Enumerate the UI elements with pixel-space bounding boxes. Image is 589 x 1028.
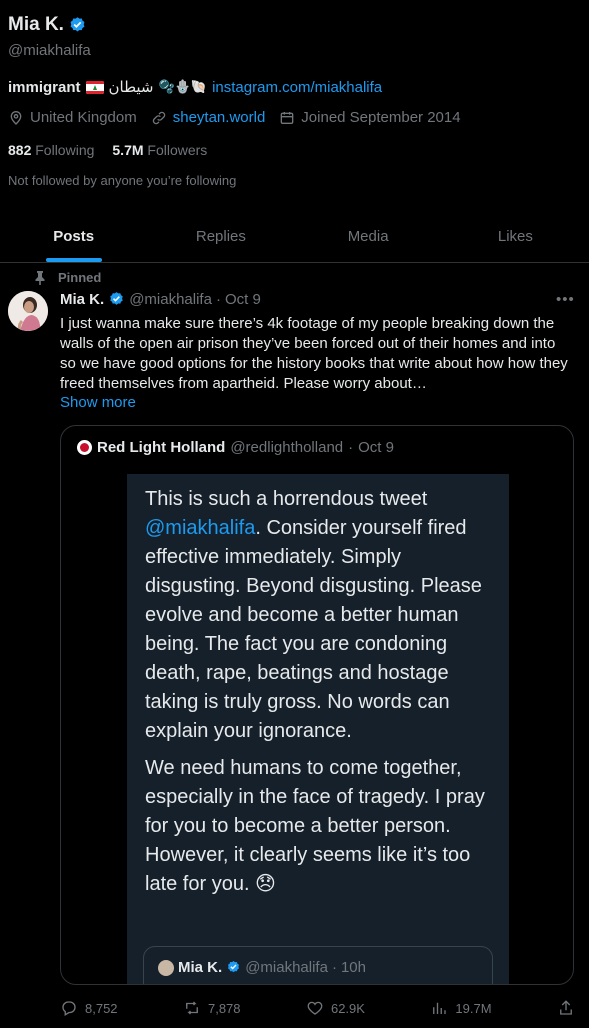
inner-date: 10h xyxy=(340,959,366,976)
screenshot-text-prefix: This is such a horrendous tweet xyxy=(145,488,428,510)
follow-stats: 882 Following 5.7M Followers xyxy=(8,142,207,158)
like-button[interactable]: 62.9K xyxy=(306,999,365,1017)
repost-button[interactable]: 7,878 xyxy=(183,999,241,1017)
quote-screenshot-image[interactable]: This is such a horrendous tweet @miakhal… xyxy=(127,474,509,984)
reply-icon xyxy=(62,1001,76,1016)
not-followed-note: Not followed by anyone you’re following xyxy=(8,173,237,188)
post-actions: 8,752 7,878 62.9K 19.7M xyxy=(60,996,575,1020)
quote-author-handle: @redlightholland xyxy=(230,439,344,456)
followers-count: 5.7M xyxy=(112,142,144,158)
followers-link[interactable]: 5.7M Followers xyxy=(112,142,207,158)
heart-icon xyxy=(307,1001,323,1015)
views-chart-icon xyxy=(433,1002,447,1014)
more-options-icon[interactable]: ••• xyxy=(556,291,574,309)
website-item: sheytan.world xyxy=(151,109,266,126)
views-count: 19.7M xyxy=(455,1000,492,1016)
following-label: Following xyxy=(35,142,95,158)
following-count: 882 xyxy=(8,142,32,158)
screenshot-inner-quote: Mia K. @miakhalifa · 10h xyxy=(143,946,493,984)
lebanon-flag-icon xyxy=(85,80,104,94)
screenshot-paragraph-2: We need humans to come together, especia… xyxy=(145,757,485,895)
avatar-image xyxy=(8,291,48,331)
location-item: United Kingdom xyxy=(8,109,137,126)
profile-bio: immigrant شيطان 🫧🪬🐚 instagram.com/miakha… xyxy=(8,78,382,97)
screenshot-text: This is such a horrendous tweet @miakhal… xyxy=(145,485,501,907)
pin-icon xyxy=(35,270,45,285)
inner-quote-header: Mia K. @miakhalifa · 10h xyxy=(158,959,366,976)
reply-count: 8,752 xyxy=(85,1000,118,1016)
share-icon xyxy=(560,1000,572,1015)
joined-text: Joined September 2014 xyxy=(301,109,461,126)
quote-date: Oct 9 xyxy=(358,439,394,456)
bio-arabic: شيطان xyxy=(108,79,154,96)
screenshot-mention: @miakhalifa xyxy=(145,517,256,539)
tab-likes[interactable]: Likes xyxy=(442,210,589,262)
following-link[interactable]: 882 Following xyxy=(8,142,94,158)
inner-author-name: Mia K. xyxy=(178,959,223,976)
share-button[interactable] xyxy=(557,999,575,1017)
verified-badge-icon[interactable] xyxy=(108,291,125,308)
screenshot-paragraph-1: This is such a horrendous tweet @miakhal… xyxy=(145,485,501,746)
website-link[interactable]: sheytan.world xyxy=(173,109,266,126)
bio-instagram-link[interactable]: instagram.com/miakhalifa xyxy=(212,79,382,96)
post-date[interactable]: Oct 9 xyxy=(225,291,261,308)
quote-header: Red Light Holland @redlightholland · Oct… xyxy=(77,439,394,456)
quote-separator: · xyxy=(348,439,354,456)
repost-icon xyxy=(186,1001,198,1015)
location-pin-icon xyxy=(10,110,22,125)
profile-display-name: Mia K. xyxy=(8,14,87,36)
inner-separator: · xyxy=(331,959,337,976)
post-text: I just wanna make sure there’s 4k footag… xyxy=(60,315,568,392)
post-author-name[interactable]: Mia K. xyxy=(60,291,104,308)
profile-handle: @miakhalifa xyxy=(8,42,91,59)
quote-author-avatar xyxy=(77,440,92,455)
display-name-text: Mia K. xyxy=(8,14,64,35)
show-more-link[interactable]: Show more xyxy=(60,394,136,411)
like-count: 62.9K xyxy=(330,1000,365,1016)
location-text: United Kingdom xyxy=(30,109,137,126)
profile-tabs: Posts Replies Media Likes xyxy=(0,210,589,263)
followers-label: Followers xyxy=(147,142,208,158)
reply-button[interactable]: 8,752 xyxy=(60,999,118,1017)
tab-posts[interactable]: Posts xyxy=(0,210,147,262)
repost-count: 7,878 xyxy=(207,1000,241,1016)
screenshot-text-suffix: . Consider yourself fired effective imme… xyxy=(145,517,482,742)
inner-avatar xyxy=(158,959,174,976)
joined-item: Joined September 2014 xyxy=(279,109,461,126)
bio-emojis: 🫧🪬🐚 xyxy=(158,79,208,94)
verified-badge-icon xyxy=(228,960,240,973)
link-icon xyxy=(152,111,165,124)
author-avatar[interactable] xyxy=(8,291,48,331)
inner-author-handle: @miakhalifa xyxy=(245,959,328,976)
post-header: Mia K. @miakhalifa · Oct 9 xyxy=(60,291,261,308)
tab-replies[interactable]: Replies xyxy=(147,210,294,262)
pinned-label: Pinned xyxy=(58,270,102,285)
views-button[interactable]: 19.7M xyxy=(430,999,492,1017)
quote-author-name: Red Light Holland xyxy=(97,439,226,456)
verified-badge-icon[interactable] xyxy=(68,16,87,35)
post-author-handle[interactable]: @miakhalifa xyxy=(129,291,212,308)
bio-word: immigrant xyxy=(8,78,81,96)
tab-media[interactable]: Media xyxy=(295,210,442,262)
profile-meta: United Kingdom sheytan.world Joined Sept… xyxy=(8,109,461,126)
post-separator: · xyxy=(215,291,221,308)
quoted-post-card[interactable]: Red Light Holland @redlightholland · Oct… xyxy=(60,425,574,985)
pinned-indicator: Pinned xyxy=(34,270,101,285)
calendar-icon xyxy=(280,111,294,124)
